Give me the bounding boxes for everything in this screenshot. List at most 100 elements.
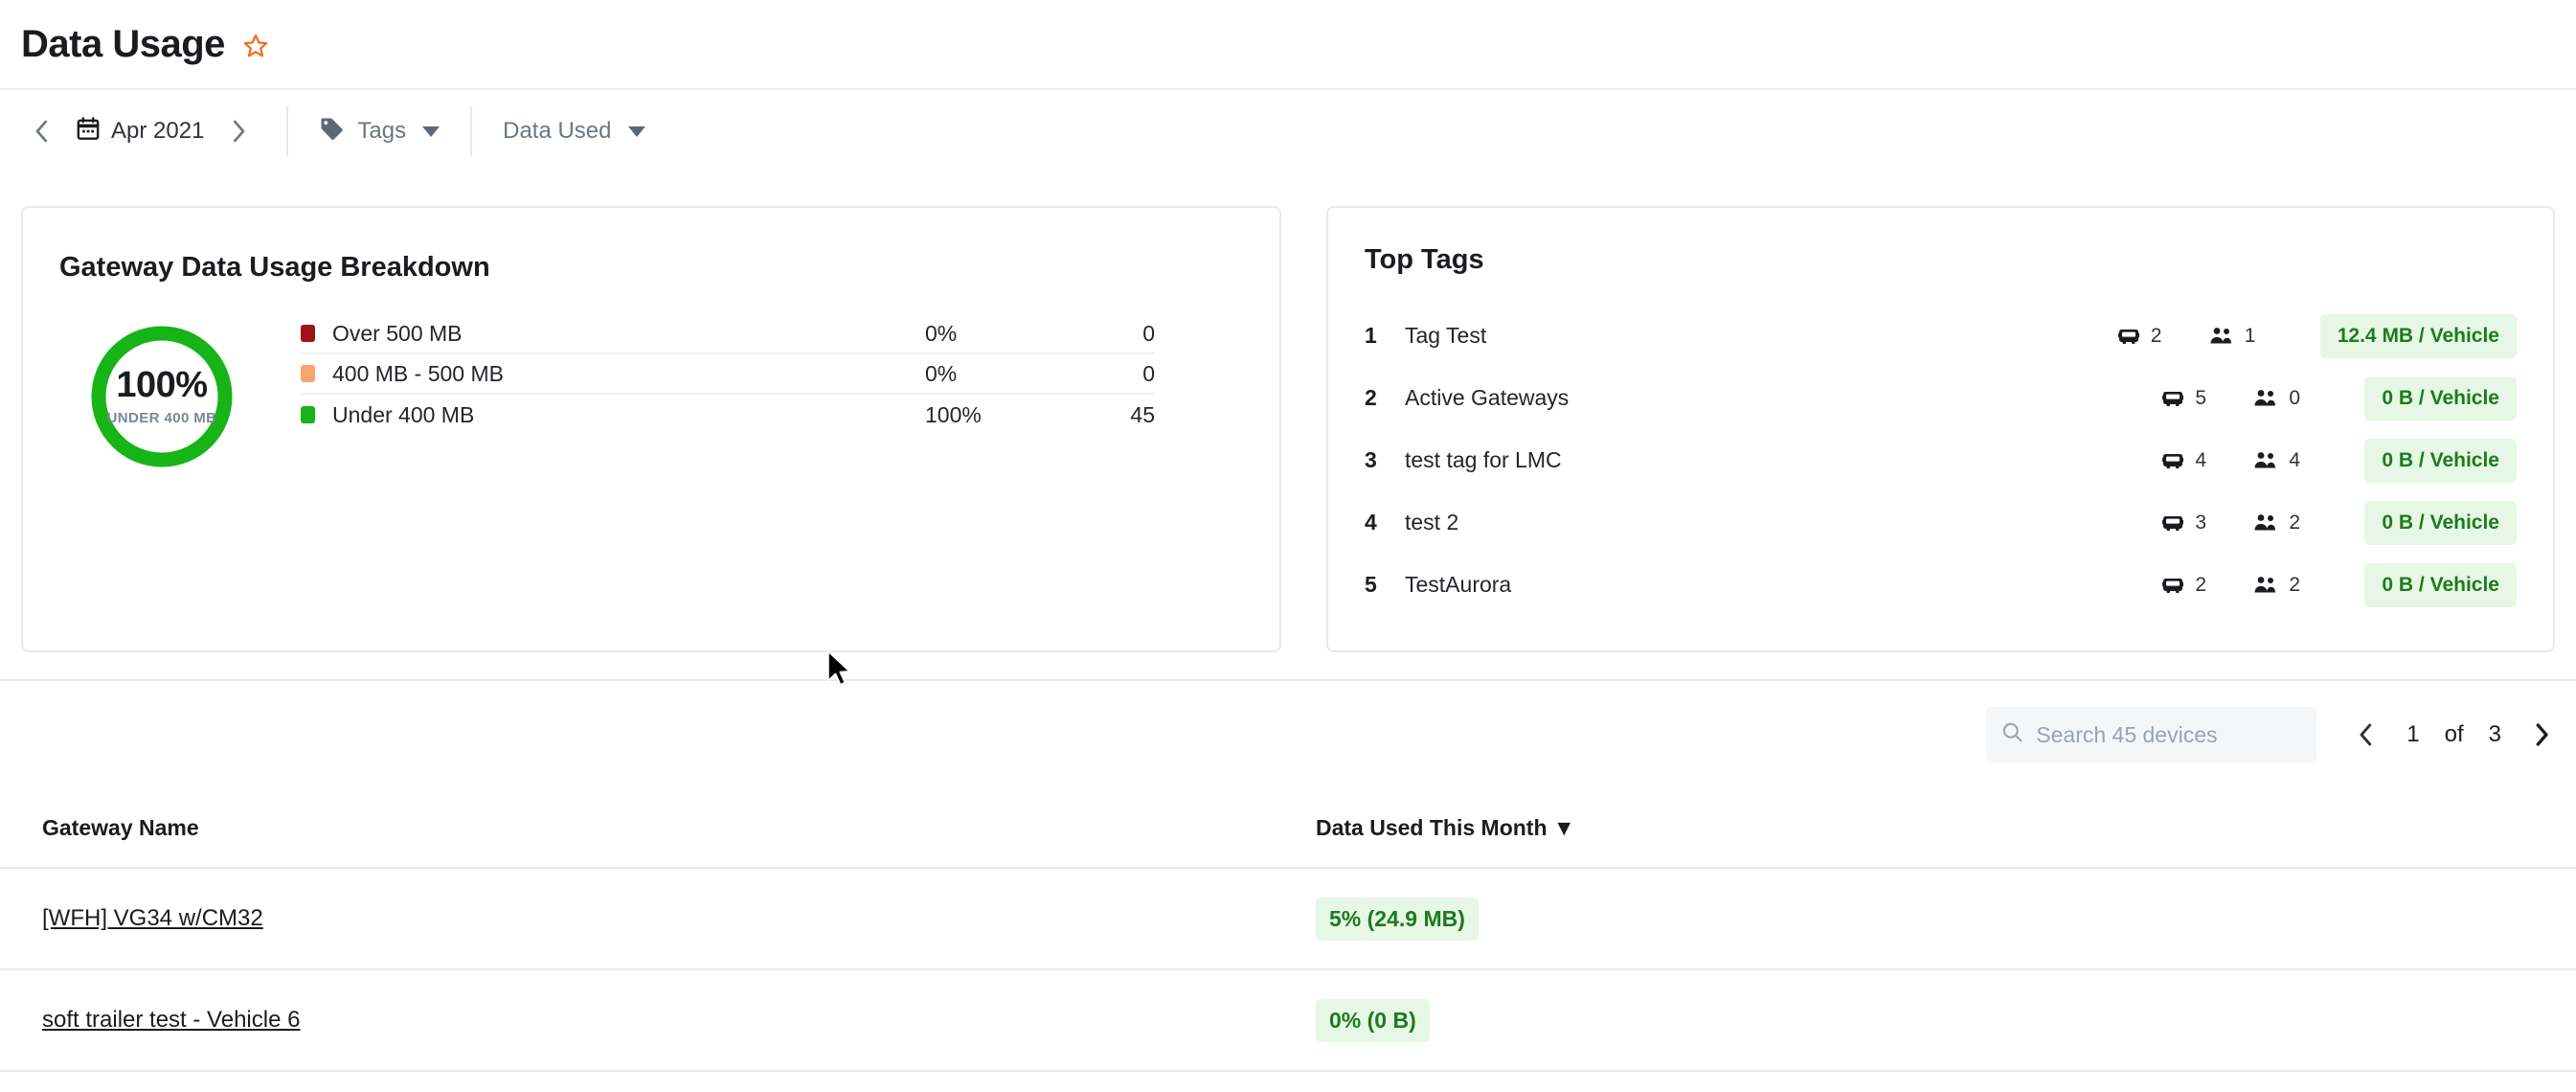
people-icon	[2210, 327, 2231, 343]
sort-descending-icon: ▼	[1552, 814, 1575, 840]
prev-page-button[interactable]	[2341, 710, 2391, 760]
legend-count: 45	[1130, 401, 1155, 427]
legend-row: 400 MB - 500 MB 0% 0	[301, 354, 1155, 395]
people-icon	[2254, 513, 2276, 530]
legend-row: Under 400 MB 100% 45	[301, 395, 1155, 435]
tag-rank: 3	[1365, 447, 1377, 472]
vehicle-icon	[2162, 578, 2184, 593]
donut-sub-label: UNDER 400 MB	[106, 410, 217, 426]
vehicle-icon	[2117, 329, 2139, 344]
tag-row[interactable]: 1 Tag Test 2 1 12.4 MB / Vehicle	[1328, 305, 2553, 367]
tag-rank: 4	[1365, 510, 1377, 535]
devices-table: Gateway Name Data Used This Month ▼ [WFH…	[0, 788, 2576, 1072]
tag-vehicle-value: 2	[2150, 324, 2162, 347]
tag-usage-badge: 12.4 MB / Vehicle	[2319, 313, 2517, 358]
tag-usage-badge: 0 B / Vehicle	[2364, 438, 2517, 483]
legend-label: Under 400 MB	[332, 401, 475, 427]
month-selector: Apr 2021	[21, 110, 260, 152]
tag-people-value: 2	[2289, 511, 2301, 534]
tag-vehicle-count: 2	[2161, 574, 2253, 597]
legend-swatch-under-400	[301, 406, 315, 423]
gateway-name-link[interactable]: [WFH] VG34 w/CM32	[42, 905, 1316, 932]
donut-chart: 100% UNDER 400 MB	[23, 312, 301, 473]
legend-percent: 100%	[925, 401, 982, 427]
pagination-of-label: of	[2444, 721, 2464, 747]
table-row[interactable]: [WFH] VG34 w/CM32 5% (24.9 MB)	[0, 869, 2576, 970]
legend-percent: 0%	[925, 320, 958, 346]
column-header-data-used-label: Data Used This Month	[1316, 814, 1548, 840]
legend-row: Over 500 MB 0% 0	[301, 314, 1155, 354]
data-used-filter-label: Data Used	[503, 118, 612, 144]
current-page-label: 1	[2407, 721, 2420, 747]
legend-count: 0	[1142, 320, 1155, 346]
tags-filter-label: Tags	[357, 118, 407, 144]
tag-usage-badge: 0 B / Vehicle	[2364, 500, 2517, 545]
tag-vehicle-value: 3	[2195, 511, 2207, 534]
tag-row[interactable]: 5 TestAurora 2 2 0 B / Vehicle	[1328, 554, 2553, 616]
legend-label: 400 MB - 500 MB	[332, 360, 504, 386]
selected-month-label: Apr 2021	[111, 118, 205, 144]
star-icon[interactable]	[242, 33, 269, 59]
donut-percent-label: 100%	[116, 365, 208, 405]
vehicle-icon	[2162, 391, 2184, 406]
tag-people-count: 2	[2253, 574, 2345, 597]
tag-name: Active Gateways	[1405, 385, 1570, 410]
toolbar-divider	[286, 106, 289, 156]
people-icon	[2254, 576, 2276, 592]
tag-vehicle-count: 4	[2161, 449, 2253, 472]
search-input[interactable]	[2036, 721, 2302, 748]
tag-vehicle-count: 2	[2117, 325, 2209, 348]
tag-row[interactable]: 3 test tag for LMC 4 4 0 B / Vehicle	[1328, 429, 2553, 491]
tag-vehicle-value: 4	[2195, 448, 2207, 471]
page-header: Data Usage	[0, 0, 2576, 88]
date-picker-button[interactable]: Apr 2021	[63, 116, 217, 147]
toolbar-divider-2	[470, 106, 473, 156]
total-pages-label: 3	[2488, 721, 2501, 747]
vehicle-icon	[2162, 453, 2184, 468]
legend-label: Over 500 MB	[332, 320, 463, 346]
tag-row[interactable]: 4 test 2 3 2 0 B / Vehicle	[1328, 491, 2553, 554]
search-icon	[2001, 721, 2023, 748]
column-header-gateway-name[interactable]: Gateway Name	[42, 815, 1316, 841]
breakdown-card-title: Gateway Data Usage Breakdown	[59, 252, 490, 283]
table-row[interactable]: soft trailer test - Vehicle 6 0% (0 B)	[0, 970, 2576, 1072]
tag-name: Tag Test	[1405, 323, 1487, 348]
tag-rank: 5	[1365, 572, 1377, 597]
legend-swatch-400-500	[301, 365, 315, 382]
gateway-name-link[interactable]: soft trailer test - Vehicle 6	[42, 1007, 1316, 1034]
pagination: 1 of 3	[2341, 710, 2566, 760]
tag-rank: 1	[1365, 323, 1377, 348]
top-tags-card: Top Tags 1 Tag Test 2 1 12.4 MB / Vehicl…	[1326, 206, 2555, 652]
data-used-badge: 0% (0 B)	[1316, 998, 1430, 1042]
breakdown-body: 100% UNDER 400 MB Over 500 MB 0% 0 400 M…	[23, 284, 1279, 473]
tag-row[interactable]: 2 Active Gateways 5 0 0 B / Vehicle	[1328, 367, 2553, 429]
tag-people-value: 4	[2289, 448, 2301, 471]
data-used-filter-button[interactable]: Data Used	[499, 112, 648, 150]
search-box[interactable]	[1986, 707, 2317, 762]
next-page-button[interactable]	[2517, 710, 2566, 760]
tag-name: test tag for LMC	[1405, 447, 1562, 472]
legend-percent: 0%	[925, 360, 958, 386]
next-month-button[interactable]	[217, 110, 260, 152]
tags-filter-button[interactable]: Tags	[315, 110, 443, 152]
tag-usage-badge: 0 B / Vehicle	[2364, 375, 2517, 421]
chevron-down-icon	[627, 125, 645, 137]
tag-vehicle-value: 5	[2195, 386, 2207, 409]
tag-vehicle-count: 3	[2161, 512, 2253, 535]
legend-count: 0	[1142, 360, 1155, 386]
table-controls: 1 of 3	[0, 681, 2576, 788]
prev-month-button[interactable]	[21, 110, 63, 152]
vehicle-icon	[2162, 515, 2184, 531]
column-header-data-used[interactable]: Data Used This Month ▼	[1316, 815, 1575, 841]
table-header-row: Gateway Name Data Used This Month ▼	[0, 788, 2576, 869]
tag-people-count: 0	[2253, 387, 2345, 410]
tag-name: test 2	[1405, 510, 1459, 535]
tag-people-count: 1	[2209, 325, 2301, 348]
tag-people-value: 0	[2289, 386, 2301, 409]
tag-vehicle-count: 5	[2161, 387, 2253, 410]
tag-people-value: 1	[2244, 324, 2256, 347]
people-icon	[2254, 389, 2276, 405]
data-used-badge: 5% (24.9 MB)	[1316, 897, 1479, 941]
tag-rank: 2	[1365, 385, 1377, 410]
top-tags-list: 1 Tag Test 2 1 12.4 MB / Vehicle 2 Activ…	[1328, 276, 2553, 616]
